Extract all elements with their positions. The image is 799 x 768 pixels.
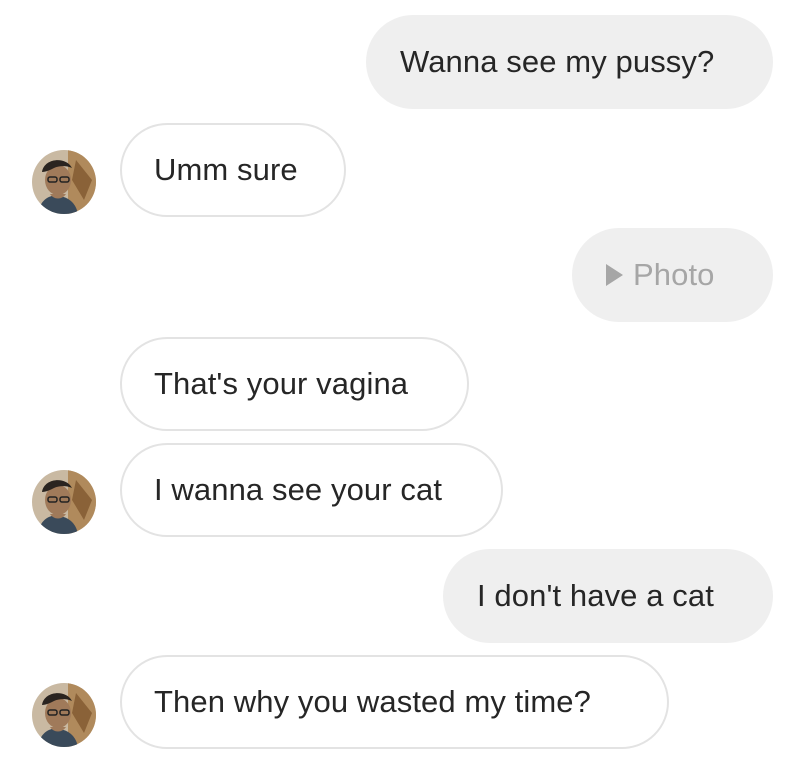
message-text: I don't have a cat	[477, 578, 714, 613]
contact-avatar[interactable]	[32, 470, 96, 534]
message-thread: Wanna see my pussy? Umm sure Photo That'…	[0, 0, 799, 768]
incoming-message[interactable]: I wanna see your cat	[120, 443, 503, 537]
incoming-message[interactable]: Umm sure	[120, 123, 346, 217]
message-text: Umm sure	[154, 152, 298, 187]
outgoing-message[interactable]: I don't have a cat	[443, 549, 773, 643]
photo-message[interactable]: Photo	[572, 228, 773, 322]
message-text: I wanna see your cat	[154, 472, 443, 507]
outgoing-message[interactable]: Wanna see my pussy?	[366, 15, 773, 109]
message-text: Then why you wasted my time?	[154, 684, 591, 719]
message-text: That's your vagina	[154, 366, 409, 401]
photo-label: Photo	[633, 257, 715, 292]
incoming-message[interactable]: That's your vagina	[120, 337, 469, 431]
contact-avatar[interactable]	[32, 683, 96, 747]
contact-avatar[interactable]	[32, 150, 96, 214]
play-icon	[606, 264, 623, 286]
incoming-message[interactable]: Then why you wasted my time?	[120, 655, 669, 749]
message-text: Wanna see my pussy?	[400, 44, 715, 79]
